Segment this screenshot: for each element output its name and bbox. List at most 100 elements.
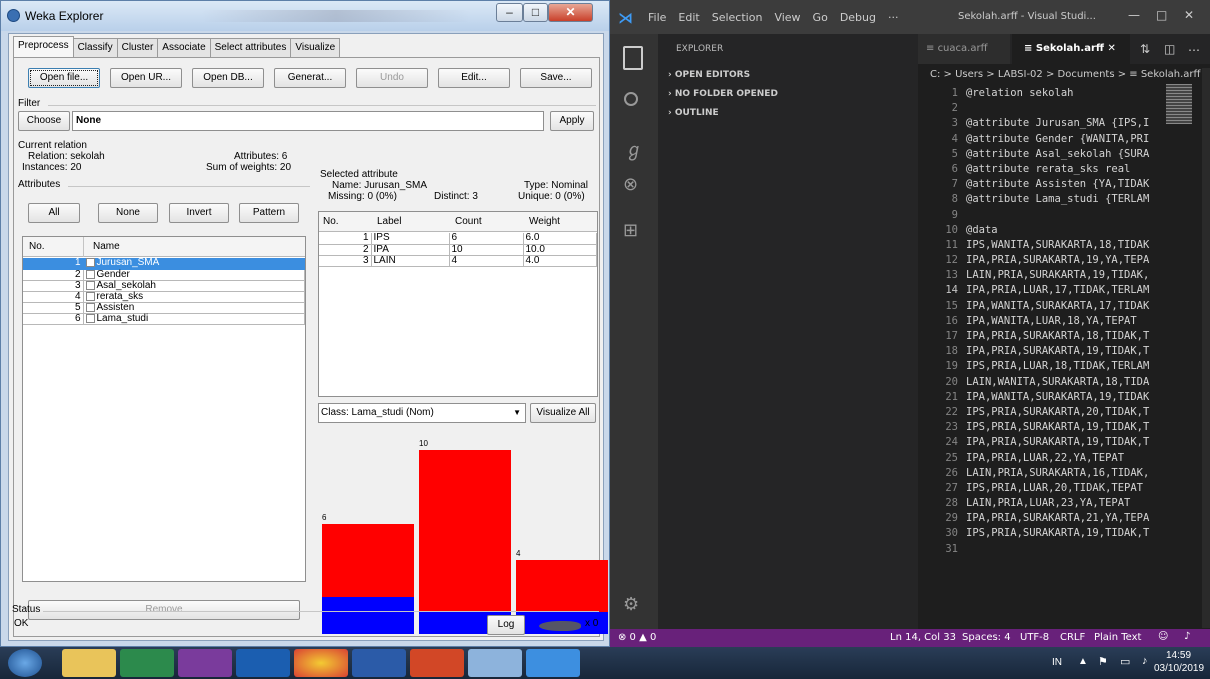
code-line[interactable]: 16 IPA,WANITA,LUAR,18,YA,TEPAT — [918, 314, 1136, 329]
cursor-position[interactable]: Ln 14, Col 33 — [890, 632, 956, 643]
pattern-button[interactable]: Pattern — [239, 203, 299, 223]
invert-button[interactable]: Invert — [169, 203, 229, 223]
tab-preprocess[interactable]: Preprocess — [13, 36, 74, 57]
excel-taskbar-icon[interactable] — [120, 649, 174, 677]
filter-field[interactable]: None — [72, 111, 544, 131]
minimize-icon[interactable]: — — [1128, 8, 1140, 22]
attribute-row[interactable]: 6 Lama_studi — [23, 314, 305, 326]
code-line[interactable]: 31 — [918, 542, 958, 557]
menu-more[interactable]: ··· — [888, 11, 899, 24]
section-outline[interactable]: › OUTLINE — [668, 108, 719, 118]
network-icon[interactable]: ▭ — [1120, 655, 1130, 668]
maximize-button[interactable]: □ — [523, 3, 548, 22]
code-line[interactable]: 21 IPA,WANITA,SURAKARTA,19,TIDAK — [918, 390, 1149, 405]
line-ending[interactable]: CRLF — [1060, 632, 1085, 643]
visualize-all-button[interactable]: Visualize All — [530, 403, 596, 423]
generate-button[interactable]: Generat... — [274, 68, 346, 88]
label-row[interactable]: 2 IPA 10 10.0 — [319, 244, 597, 256]
code-line[interactable]: 12 IPA,PRIA,SURAKARTA,19,YA,TEPA — [918, 253, 1149, 268]
menu-debug[interactable]: Debug — [840, 11, 876, 24]
encoding[interactable]: UTF-8 — [1020, 632, 1049, 643]
select-none-button[interactable]: None — [98, 203, 158, 223]
class-select[interactable]: Class: Lama_studi (Nom) ▼ — [318, 403, 526, 423]
outlook-taskbar-icon[interactable] — [236, 649, 290, 677]
clock-date[interactable]: 03/10/2019 — [1154, 663, 1204, 674]
tab-cuaca[interactable]: ≡ cuaca.arff — [918, 34, 1010, 64]
code-line[interactable]: 14 IPA,PRIA,LUAR,17,TIDAK,TERLAM — [918, 283, 1149, 298]
tab-close-icon[interactable]: ✕ — [1107, 43, 1115, 54]
onenote-taskbar-icon[interactable] — [178, 649, 232, 677]
word-taskbar-icon[interactable] — [352, 649, 406, 677]
weka-titlebar[interactable]: Weka Explorer – □ ✕ — [1, 1, 609, 31]
choose-filter-button[interactable]: Choose — [18, 111, 70, 131]
split-icon[interactable]: ⇅ — [1140, 42, 1150, 56]
attr-checkbox[interactable] — [85, 280, 95, 290]
code-line[interactable]: 30 IPS,PRIA,SURAKARTA,19,TIDAK,T — [918, 526, 1149, 541]
attribute-row[interactable]: 1 Jurusan_SMA — [23, 258, 305, 270]
attr-checkbox[interactable] — [85, 291, 95, 301]
attr-checkbox[interactable] — [85, 302, 95, 312]
editor-scrollbar[interactable] — [1202, 68, 1210, 628]
language-mode[interactable]: Plain Text — [1094, 632, 1141, 643]
code-line[interactable]: 19 IPS,PRIA,LUAR,18,TIDAK,TERLAM — [918, 359, 1149, 374]
extensions-icon[interactable]: ⊞ — [623, 220, 638, 241]
language-indicator[interactable]: IN — [1052, 657, 1062, 668]
menu-selection[interactable]: Selection — [712, 11, 763, 24]
code-line[interactable]: 29 IPA,PRIA,SURAKARTA,21,YA,TEPA — [918, 511, 1149, 526]
undo-button[interactable]: Undo — [356, 68, 428, 88]
code-line[interactable]: 23 IPS,PRIA,SURAKARTA,19,TIDAK,T — [918, 420, 1149, 435]
close-icon[interactable]: ✕ — [1184, 8, 1194, 22]
code-line[interactable]: 5 @attribute Asal_sekolah {SURA — [918, 147, 1150, 162]
files-icon[interactable] — [623, 46, 643, 70]
code-line[interactable]: 7 @attribute Assisten {YA,TIDAK — [918, 177, 1150, 192]
vscode-taskbar-icon[interactable] — [526, 649, 580, 677]
code-line[interactable]: 3 @attribute Jurusan_SMA {IPS,I — [918, 116, 1150, 131]
code-line[interactable]: 9 — [918, 208, 958, 223]
breadcrumb[interactable]: C: > Users > LABSI-02 > Documents > ≡ Se… — [930, 69, 1200, 80]
code-line[interactable]: 22 IPS,PRIA,SURAKARTA,20,TIDAK,T — [918, 405, 1149, 420]
attr-checkbox[interactable] — [85, 314, 95, 324]
minimap[interactable] — [1166, 84, 1192, 124]
start-button[interactable] — [8, 649, 42, 677]
explorer-taskbar-icon[interactable] — [62, 649, 116, 677]
select-all-button[interactable]: All — [28, 203, 80, 223]
layout-icon[interactable]: ◫ — [1164, 42, 1175, 56]
menu-go[interactable]: Go — [813, 11, 828, 24]
code-line[interactable]: 11 IPS,WANITA,SURAKARTA,18,TIDAK — [918, 238, 1149, 253]
code-line[interactable]: 4 @attribute Gender {WANITA,PRI — [918, 132, 1150, 147]
indentation[interactable]: Spaces: 4 — [962, 632, 1011, 643]
menu-file[interactable]: File — [648, 11, 666, 24]
smiley-icon[interactable]: ☺ — [1158, 631, 1168, 642]
powerpoint-taskbar-icon[interactable] — [410, 649, 464, 677]
code-line[interactable]: 6 @attribute rerata_sks real — [918, 162, 1131, 177]
minimize-button[interactable]: – — [496, 3, 523, 22]
section-no-folder[interactable]: › NO FOLDER OPENED — [668, 89, 778, 99]
code-line[interactable]: 13 LAIN,PRIA,SURAKARTA,19,TIDAK, — [918, 268, 1149, 283]
code-line[interactable]: 26 LAIN,PRIA,SURAKARTA,16,TIDAK, — [918, 466, 1149, 481]
code-line[interactable]: 15 IPA,WANITA,SURAKARTA,17,TIDAK — [918, 299, 1149, 314]
code-line[interactable]: 24 IPA,PRIA,SURAKARTA,19,TIDAK,T — [918, 435, 1149, 450]
code-line[interactable]: 1 @relation sekolah — [918, 86, 1074, 101]
weka-taskbar-icon[interactable] — [468, 649, 522, 677]
clock-time[interactable]: 14:59 — [1166, 650, 1191, 661]
code-line[interactable]: 27 IPS,PRIA,LUAR,20,TIDAK,TEPAT — [918, 481, 1143, 496]
apply-button[interactable]: Apply — [550, 111, 594, 131]
code-line[interactable]: 2 — [918, 101, 958, 116]
problems-indicator[interactable]: ⊗ 0 ▲ 0 — [618, 632, 656, 643]
tab-cluster[interactable]: Cluster — [116, 38, 159, 57]
attr-checkbox[interactable] — [85, 269, 95, 279]
volume-icon[interactable]: ♪ — [1142, 655, 1148, 667]
attr-checkbox[interactable] — [85, 258, 95, 268]
save-button[interactable]: Save... — [520, 68, 592, 88]
menu-edit[interactable]: Edit — [678, 11, 699, 24]
code-line[interactable]: 28 LAIN,PRIA,LUAR,23,YA,TEPAT — [918, 496, 1130, 511]
tab-sekolah[interactable]: ≡ Sekolah.arff ✕ — [1012, 34, 1130, 64]
code-line[interactable]: 25 IPA,PRIA,LUAR,22,YA,TEPAT — [918, 451, 1124, 466]
tray-chevron-icon[interactable]: ▲ — [1078, 656, 1088, 667]
label-row[interactable]: 3 LAIN 4 4.0 — [319, 255, 597, 267]
code-lines[interactable]: 1 @relation sekolah 2 3 @attribute Jurusan_S… — [918, 86, 1150, 557]
menu-view[interactable]: View — [774, 11, 800, 24]
close-button[interactable]: ✕ — [548, 3, 593, 22]
code-line[interactable]: 20 LAIN,WANITA,SURAKARTA,18,TIDA — [918, 375, 1149, 390]
code-line[interactable]: 18 IPA,PRIA,SURAKARTA,19,TIDAK,T — [918, 344, 1149, 359]
